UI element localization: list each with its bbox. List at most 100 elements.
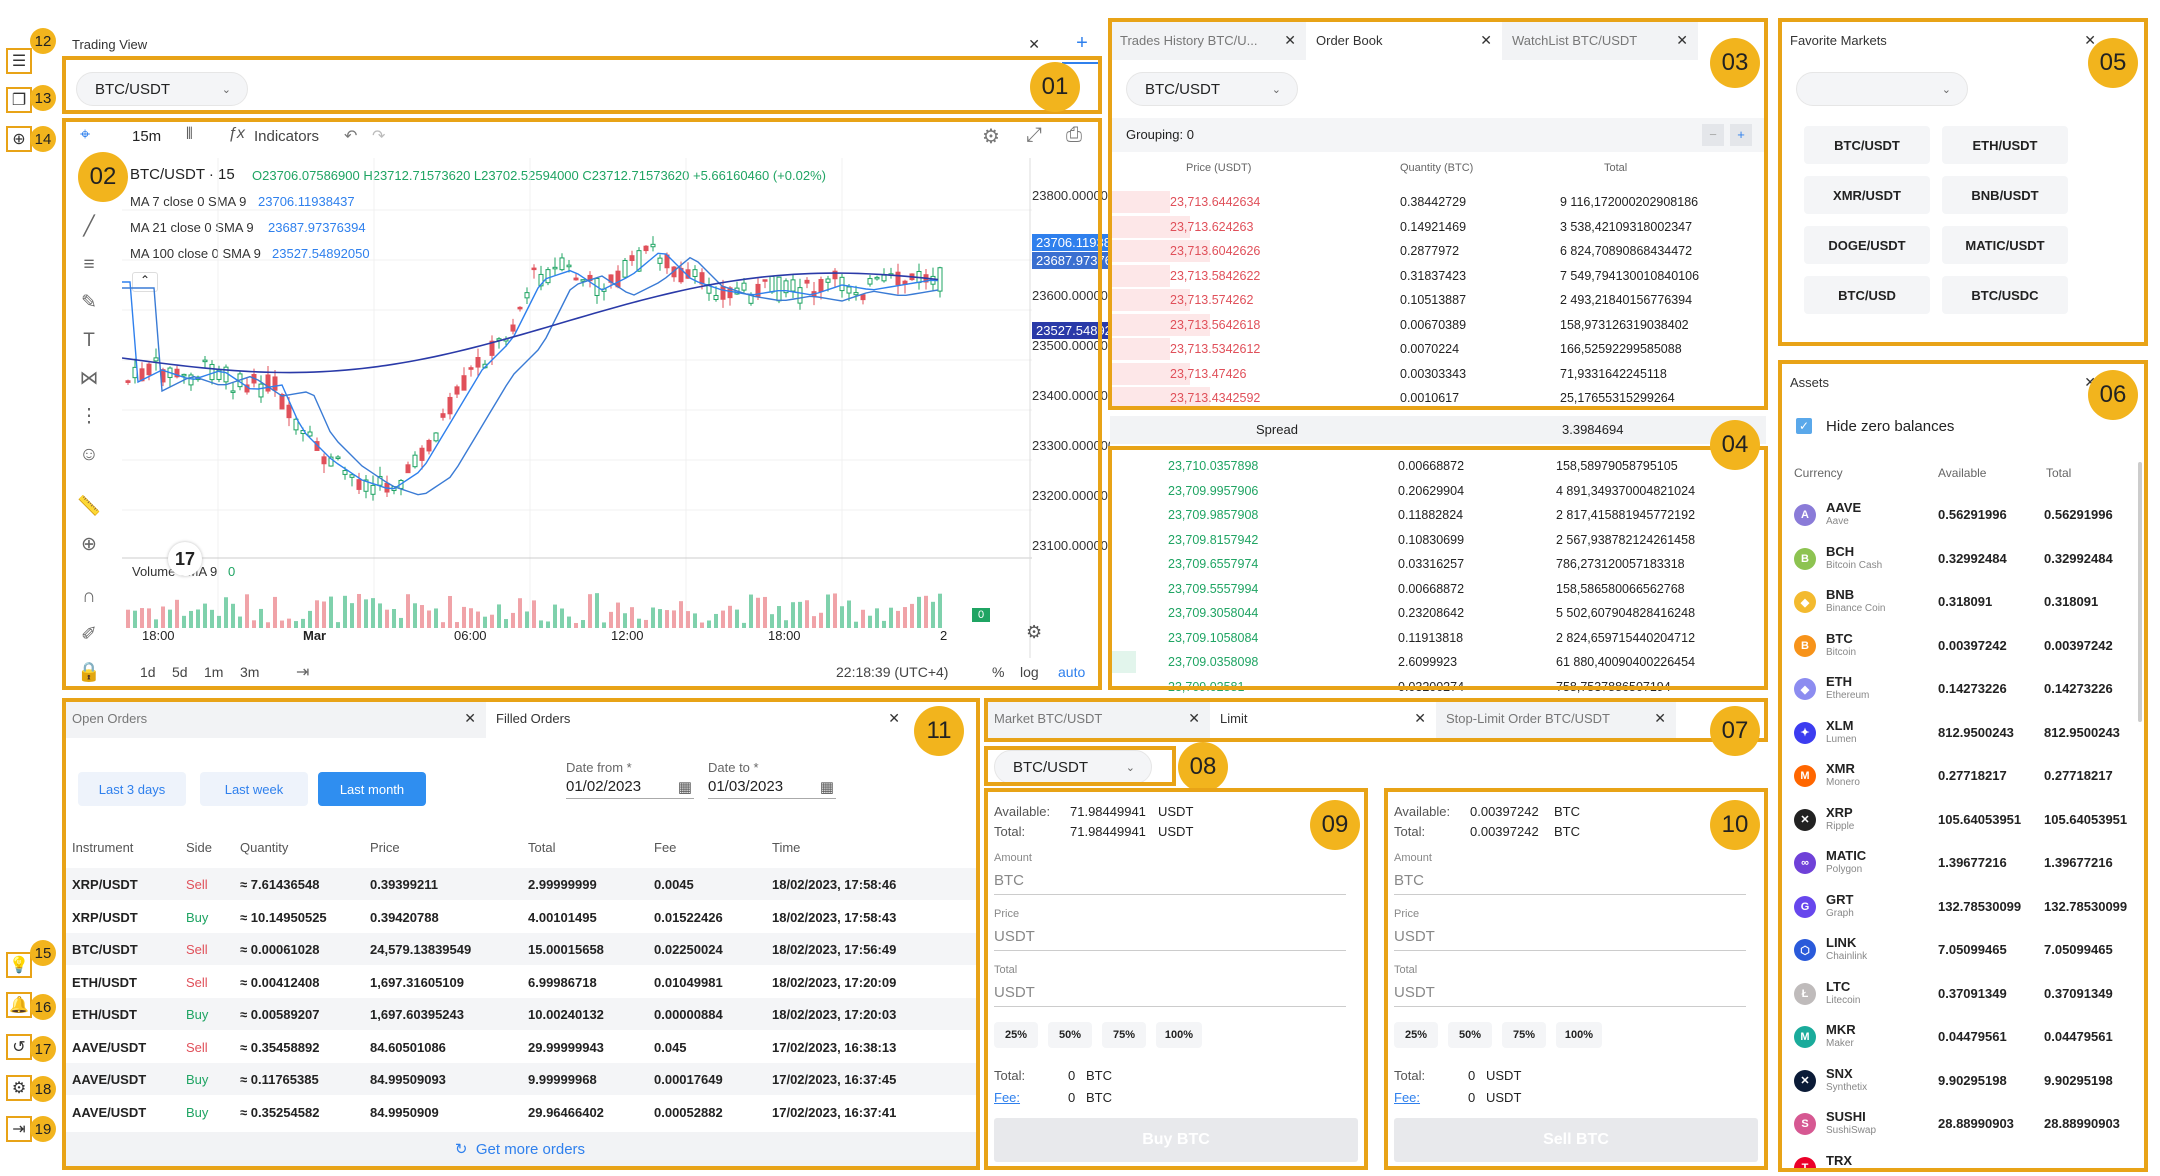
bid-row[interactable]: 23,709.9857908 0.11882824 2 817,4158819457…	[1110, 503, 1766, 528]
close-icon[interactable]: ✕	[1284, 32, 1296, 49]
sell-totalf-input[interactable]: USDT	[1394, 984, 1435, 1001]
favorites-select[interactable]: ⌄	[1796, 72, 1968, 106]
buy-totalf-input[interactable]: USDT	[994, 984, 1035, 1001]
bid-row[interactable]: 23,709.02581 0.03200274 758,7537886507194	[1110, 675, 1766, 700]
close-icon[interactable]: ✕	[1028, 36, 1040, 53]
market-eth-usdt[interactable]: ETH/USDT	[1942, 126, 2068, 164]
filter-last-month[interactable]: Last month	[318, 772, 426, 806]
buy-fee-link[interactable]: Fee:	[994, 1090, 1020, 1105]
close-icon[interactable]: ✕	[1414, 710, 1426, 727]
tab-open-orders[interactable]: Open Orders ✕	[62, 698, 486, 738]
ask-row[interactable]: 23,713.6042626 0.2877972 6 824,70890868434…	[1110, 239, 1766, 264]
undo-icon[interactable]: ↶	[344, 126, 357, 146]
trendline-icon[interactable]: ╱	[74, 208, 104, 246]
order-row[interactable]: XRP/USDT Sell ≈ 7.61436548 0.39399211 2.9999…	[62, 868, 978, 900]
lock-icon[interactable]: 🔒	[74, 654, 104, 692]
chart-settings-icon[interactable]: ⚙	[982, 124, 1000, 149]
market-bnb-usdt[interactable]: BNB/USDT	[1942, 176, 2068, 214]
sell-fee-link[interactable]: Fee:	[1394, 1090, 1420, 1105]
buy-btc-button[interactable]: Buy BTC	[994, 1118, 1358, 1162]
bid-row[interactable]: 23,709.0358098 2.6099923 61 880,4009040022…	[1110, 650, 1766, 675]
trade-pair-select[interactable]: BTC/USDT ⌄	[994, 750, 1152, 784]
get-more-orders-button[interactable]: ↻ Get more orders	[62, 1132, 978, 1168]
buy-25-button[interactable]: 25%	[994, 1022, 1038, 1048]
asset-row[interactable]: M MKR Maker 0.04479561 0.04479561	[1780, 1016, 2146, 1060]
emoji-icon[interactable]: ☺	[74, 436, 104, 474]
asset-row[interactable]: ⬡ LINK Chainlink 7.05099465 7.05099465	[1780, 929, 2146, 973]
bell-icon[interactable]: 🔔	[6, 992, 32, 1018]
range-1m[interactable]: 1m	[204, 664, 223, 680]
menu-icon[interactable]: ☰	[6, 48, 32, 74]
buy-50-button[interactable]: 50%	[1048, 1022, 1092, 1048]
tab-market[interactable]: Market BTC/USDT ✕	[984, 698, 1210, 738]
tab-stop-limit[interactable]: Stop-Limit Order BTC/USDT ✕	[1436, 698, 1676, 738]
asset-row[interactable]: M XMR Monero 0.27718217 0.27718217	[1780, 755, 2146, 799]
logout-icon[interactable]: ⇥	[6, 1116, 32, 1142]
date-to-input[interactable]: 01/03/2023 ▦	[708, 778, 836, 799]
tab-trades-history[interactable]: Trades History BTC/U... ✕	[1110, 20, 1306, 60]
close-icon[interactable]: ✕	[1654, 710, 1666, 727]
market-btc-usdc[interactable]: BTC/USDC	[1942, 276, 2068, 314]
tab-limit[interactable]: Limit ✕	[1210, 698, 1436, 738]
asset-row[interactable]: B BTC Bitcoin 0.00397242 0.00397242	[1780, 625, 2146, 669]
magnet-icon[interactable]: ∩	[74, 578, 104, 616]
date-from-input[interactable]: 01/02/2023 ▦	[566, 778, 694, 799]
bid-row[interactable]: 23,710.0357898 0.00668872 158,589790587951…	[1110, 454, 1766, 479]
text-tool-icon[interactable]: T	[74, 322, 104, 360]
asset-row[interactable]: ✕ XRP Ripple 105.64053951 105.64053951	[1780, 799, 2146, 843]
grouping-minus-button[interactable]: −	[1702, 124, 1724, 146]
settings-icon[interactable]: ⚙	[6, 1075, 32, 1101]
ask-row[interactable]: 23,713.5642618 0.00670389 158,973126319038…	[1110, 313, 1766, 338]
ask-row[interactable]: 23,713.5842622 0.31837423 7 549,7941300108…	[1110, 264, 1766, 289]
tab-assets[interactable]: Assets ✕	[1780, 362, 2106, 402]
indicators-button[interactable]: Indicators	[254, 128, 319, 145]
market-matic-usdt[interactable]: MATIC/USDT	[1942, 226, 2068, 264]
market-btc-usdt[interactable]: BTC/USDT	[1804, 126, 1930, 164]
asset-row[interactable]: ◆ ETH Ethereum 0.14273226 0.14273226	[1780, 668, 2146, 712]
add-widget-icon[interactable]: ⊕	[6, 126, 32, 152]
order-row[interactable]: BTC/USDT Sell ≈ 0.00061028 24,579.13839549 1…	[62, 933, 978, 965]
range-1d[interactable]: 1d	[140, 664, 156, 680]
interval-select[interactable]: 15m	[132, 128, 161, 145]
hide-zero-checkbox[interactable]: ✓	[1796, 418, 1812, 434]
bid-row[interactable]: 23,709.5557994 0.00668872 158,586580066562…	[1110, 577, 1766, 602]
close-icon[interactable]: ✕	[464, 710, 476, 727]
bulb-icon[interactable]: 💡	[6, 952, 32, 978]
market-btc-usd[interactable]: BTC/USD	[1804, 276, 1930, 314]
tab-filled-orders[interactable]: Filled Orders ✕	[486, 698, 910, 738]
zoom-icon[interactable]: ⊕	[74, 526, 104, 564]
scale-auto[interactable]: auto	[1058, 664, 1085, 680]
order-row[interactable]: AAVE/USDT Buy ≈ 0.11765385 84.99509093 9.999…	[62, 1063, 978, 1095]
close-icon[interactable]: ✕	[1676, 32, 1688, 49]
asset-row[interactable]: ✦ XLM Lumen 812.9500243 812.9500243	[1780, 712, 2146, 756]
bid-row[interactable]: 23,709.3058044 0.23208642 5 502,6079048284…	[1110, 601, 1766, 626]
filter-last-week[interactable]: Last week	[200, 772, 308, 806]
scale-log[interactable]: log	[1020, 664, 1039, 680]
redo-icon[interactable]: ↷	[372, 126, 385, 146]
asset-row[interactable]: Ł LTC Litecoin 0.37091349 0.37091349	[1780, 973, 2146, 1017]
order-row[interactable]: AAVE/USDT Buy ≈ 0.35254582 84.9950909 29.964…	[62, 1095, 978, 1128]
asset-row[interactable]: B BCH Bitcoin Cash 0.32992484 0.32992484	[1780, 538, 2146, 582]
asset-row[interactable]: T TRX	[1780, 1147, 2146, 1168]
close-icon[interactable]: ✕	[1188, 710, 1200, 727]
ask-row[interactable]: 23,713.624263 0.14921469 3 538,42109318002…	[1110, 215, 1766, 240]
axis-settings-icon[interactable]: ⚙	[1026, 622, 1042, 643]
range-5d[interactable]: 5d	[172, 664, 188, 680]
ruler-icon[interactable]: 📏	[74, 488, 104, 526]
bid-row[interactable]: 23,709.8157942 0.10830699 2 567,9387821242…	[1110, 528, 1766, 553]
sell-100-button[interactable]: 100%	[1556, 1022, 1602, 1048]
buy-price-input[interactable]: USDT	[994, 928, 1035, 945]
tab-trading-view[interactable]: Trading View ✕	[62, 24, 1062, 64]
pattern-icon[interactable]: ⋈	[74, 360, 104, 398]
crosshair-icon[interactable]: ⌖	[80, 124, 90, 145]
indicators-icon[interactable]: ƒx	[228, 125, 245, 143]
market-doge-usdt[interactable]: DOGE/USDT	[1804, 226, 1930, 264]
asset-row[interactable]: S SUSHI SushiSwap 28.88990903 28.88990903	[1780, 1103, 2146, 1147]
pair-select[interactable]: BTC/USDT ⌄	[76, 72, 248, 106]
ask-row[interactable]: 23,713.4342592 0.0010617 25,17655315299264	[1110, 386, 1766, 411]
forecast-icon[interactable]: ⋮	[74, 398, 104, 436]
tab-order-book[interactable]: Order Book ✕	[1306, 20, 1502, 60]
fib-icon[interactable]: ≡	[74, 246, 104, 284]
buy-100-button[interactable]: 100%	[1156, 1022, 1202, 1048]
asset-row[interactable]: ∞ MATIC Polygon 1.39677216 1.39677216	[1780, 842, 2146, 886]
